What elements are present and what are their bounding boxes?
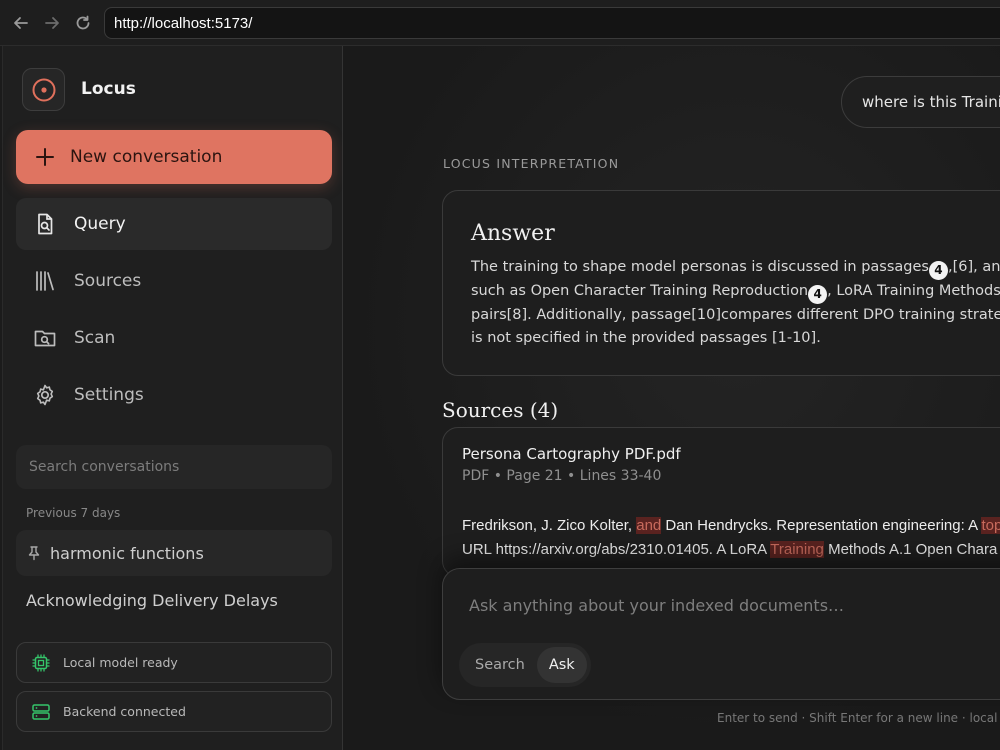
app-name: Locus xyxy=(81,79,136,99)
url-text: http://localhost:5173/ xyxy=(114,14,253,32)
status-label: Backend connected xyxy=(63,704,186,719)
sources-heading: Sources (4) xyxy=(442,398,559,422)
server-icon xyxy=(31,702,51,722)
answer-text: pairs[8]. Additionally, passage[10]compa… xyxy=(471,307,1000,323)
source-card[interactable]: Persona Cartography PDF.pdf PDF • Page 2… xyxy=(442,427,1000,577)
highlight: Training xyxy=(770,541,824,558)
gear-icon xyxy=(32,382,58,408)
chip-icon xyxy=(31,653,51,673)
sidebar-item-label: Settings xyxy=(74,385,144,405)
highlight: top xyxy=(981,517,1000,534)
mode-ask-button[interactable]: Ask xyxy=(536,647,587,683)
answer-text: , LoRA Training Methods[6] xyxy=(827,283,1000,299)
sidebar: Locus New conversation Query Sources Sca… xyxy=(2,46,343,750)
sidebar-item-query[interactable]: Query xyxy=(16,198,332,250)
arrow-left-icon[interactable] xyxy=(10,12,32,34)
source-excerpt-line: Fredrikson, J. Zico Kolter, and Dan Hend… xyxy=(462,517,1000,534)
answer-title: Answer xyxy=(471,221,555,246)
composer: Search Ask xyxy=(442,568,1000,700)
source-excerpt-line: URL https://arxiv.org/abs/2310.01405. A … xyxy=(462,541,998,558)
answer-text: ,[6], and[8] xyxy=(947,259,1000,275)
answer-body: The training to shape model personas is … xyxy=(471,256,1000,350)
mode-search-button[interactable]: Search xyxy=(463,647,537,683)
search-conversations-input[interactable]: Search conversations xyxy=(16,445,332,489)
sidebar-item-scan[interactable]: Scan xyxy=(16,312,332,364)
status-backend: Backend connected xyxy=(16,691,332,732)
address-bar[interactable]: http://localhost:5173/ xyxy=(104,7,1000,39)
new-conversation-button[interactable]: New conversation xyxy=(16,130,332,184)
plus-icon xyxy=(36,148,54,166)
sidebar-item-label: Query xyxy=(74,214,126,234)
citation-badge[interactable]: 4 xyxy=(928,261,948,280)
chat-panel: where is this Training LOCUS INTERPRETAT… xyxy=(343,46,1000,750)
locus-logo-icon xyxy=(32,78,55,101)
highlight: and xyxy=(636,517,662,534)
interpretation-label: LOCUS INTERPRETATION xyxy=(443,156,620,171)
answer-text: is not specified in the provided passage… xyxy=(471,330,821,346)
status-local-model: Local model ready xyxy=(16,642,332,683)
sidebar-item-sources[interactable]: Sources xyxy=(16,255,332,307)
app-logo xyxy=(22,68,65,111)
conversation-title: Acknowledging Delivery Delays xyxy=(26,590,278,610)
source-meta: PDF • Page 21 • Lines 33-40 xyxy=(462,468,662,484)
user-message-text: where is this Training xyxy=(862,93,1000,111)
source-filename: Persona Cartography PDF.pdf xyxy=(462,445,681,463)
conversation-item[interactable]: harmonic functions xyxy=(16,530,332,576)
folder-search-icon xyxy=(32,325,58,351)
citation-badge[interactable]: 4 xyxy=(808,285,828,304)
mode-toggle: Search Ask xyxy=(459,643,591,687)
answer-text: The training to shape model personas is … xyxy=(471,259,929,275)
document-search-icon xyxy=(32,211,58,237)
sidebar-item-label: Scan xyxy=(74,328,116,348)
ask-input[interactable] xyxy=(469,596,1000,615)
new-conversation-label: New conversation xyxy=(70,147,223,167)
reload-icon[interactable] xyxy=(72,12,94,34)
answer-card: Answer The training to shape model perso… xyxy=(442,190,1000,376)
status-label: Local model ready xyxy=(63,655,178,670)
section-label-previous-7-days: Previous 7 days xyxy=(26,506,121,520)
arrow-right-icon[interactable] xyxy=(41,12,63,34)
library-books-icon xyxy=(32,268,58,294)
answer-text: such as Open Character Training Reproduc… xyxy=(471,283,809,299)
conversation-title: harmonic functions xyxy=(50,543,204,563)
browser-toolbar: http://localhost:5173/ xyxy=(0,0,1000,46)
keyboard-hint: Enter to send · Shift Enter for a new li… xyxy=(717,711,1000,725)
sidebar-item-label: Sources xyxy=(74,271,142,291)
sidebar-item-settings[interactable]: Settings xyxy=(16,369,332,421)
user-message: where is this Training xyxy=(841,76,1000,128)
conversation-item[interactable]: Acknowledging Delivery Delays xyxy=(16,577,332,623)
pin-icon xyxy=(28,546,40,561)
search-placeholder: Search conversations xyxy=(29,459,180,475)
